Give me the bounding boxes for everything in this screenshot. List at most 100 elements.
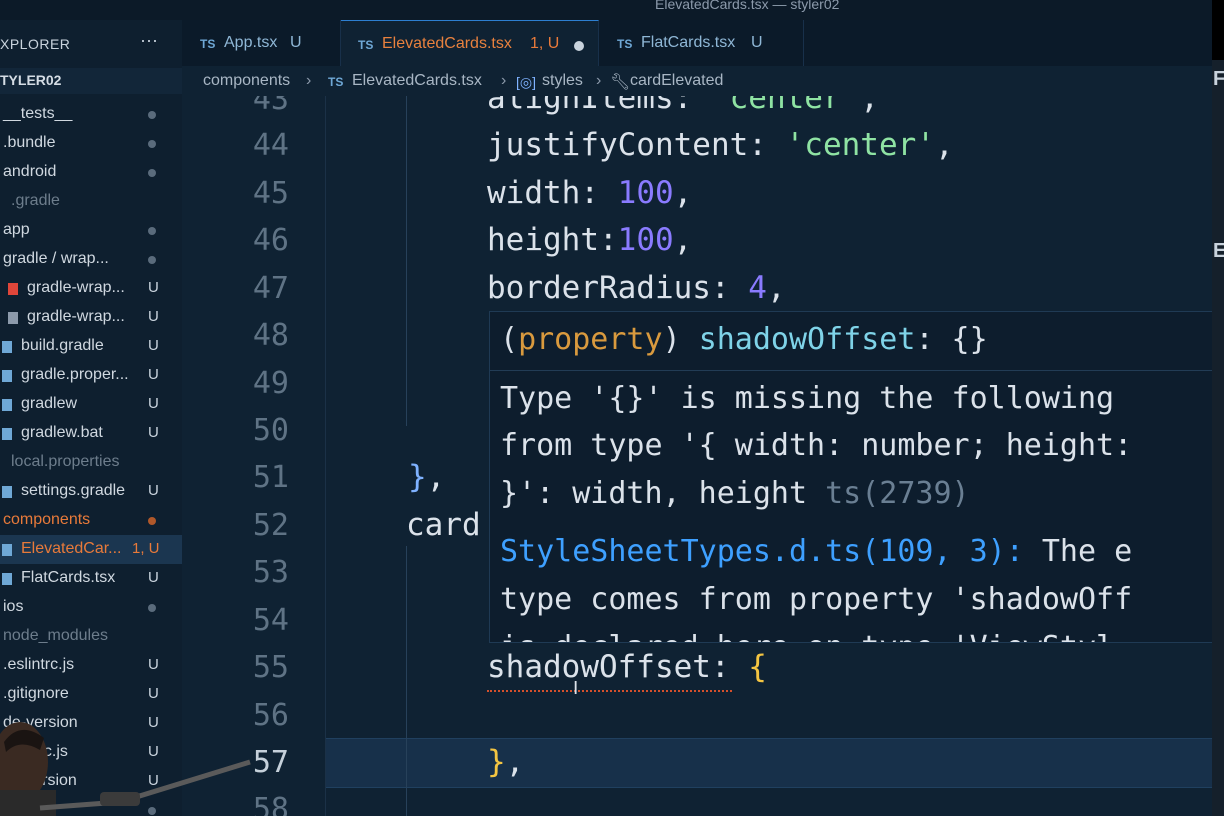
code-punct: ,	[426, 459, 446, 495]
hover-message: Type '{}' is missing the following	[500, 381, 1115, 416]
explorer-item[interactable]: ElevatedCar... 1, U	[0, 535, 182, 564]
workspace-root[interactable]: TYLER02	[0, 68, 182, 94]
code-line-43: alignItems: 'center',	[487, 96, 879, 116]
window-titlebar: ElevatedCards.tsx — styler02	[0, 0, 1224, 20]
line-number: 43	[252, 96, 289, 117]
explorer-item-label: gradle.proper...	[21, 366, 129, 383]
code-brace: }	[408, 459, 427, 495]
line-number: 47	[252, 271, 289, 306]
explorer-item[interactable]: settings.gradle U	[0, 477, 182, 506]
explorer-item[interactable]: node_modules	[0, 622, 182, 651]
tab-app-tsx[interactable]: TS App.tsx U	[182, 20, 341, 66]
breadcrumb-file[interactable]: ElevatedCards.tsx	[352, 72, 482, 90]
explorer-item[interactable]: app	[0, 216, 182, 245]
chevron-right-icon: ›	[596, 72, 602, 89]
explorer-item[interactable]: gradlew.bat U	[0, 419, 182, 448]
explorer-item[interactable]: gradlew U	[0, 390, 182, 419]
code-punct: ,	[766, 270, 786, 306]
file-icon	[2, 399, 12, 411]
explorer-item[interactable]: gradle / wrap...	[0, 245, 182, 274]
editor-tab-bar: TS App.tsx U TS ElevatedCards.tsx 1, U T…	[182, 20, 1212, 67]
explorer-item[interactable]: .eslintrc.js U	[0, 651, 182, 680]
explorer-item-label: gradlew.bat	[21, 424, 103, 441]
unsaved-dot-icon[interactable]	[574, 41, 584, 51]
explorer-item-label: app	[3, 221, 30, 238]
explorer-item[interactable]: gradle-wrap... U	[0, 274, 182, 303]
explorer-item-label: local.properties	[11, 453, 120, 470]
modified-dot-icon	[148, 169, 156, 177]
hover-related: StyleSheetTypes.d.ts(109, 3): The e	[500, 534, 1133, 569]
explorer-item[interactable]: components	[0, 506, 182, 535]
code-line-57: },	[487, 744, 524, 780]
object-icon: [◎]	[516, 74, 536, 90]
explorer-item-label: ElevatedCar...	[21, 540, 122, 557]
file-icon	[8, 312, 18, 324]
modified-dot-icon	[148, 227, 156, 235]
git-status-badge: U	[148, 424, 159, 441]
code-key: borderRadius:	[487, 270, 749, 306]
more-actions-icon[interactable]: ···	[140, 30, 158, 51]
code-punct: ,	[934, 127, 954, 163]
code-line-46: height:100,	[487, 222, 692, 258]
code-line-55: shadowOffset: {	[487, 649, 767, 685]
text-cursor-icon: I	[573, 678, 579, 699]
tab-status: U	[751, 34, 763, 51]
explorer-item[interactable]: gradle.proper... U	[0, 361, 182, 390]
file-icon	[2, 370, 12, 382]
current-line-highlight	[326, 738, 1212, 788]
modified-dot-icon	[148, 140, 156, 148]
tab-label: ElevatedCards.tsx	[382, 35, 512, 52]
hover-related-link[interactable]: StyleSheetTypes.d.ts(109, 3):	[500, 534, 1024, 569]
tab-label: FlatCards.tsx	[641, 34, 736, 51]
explorer-item[interactable]: build.gradle U	[0, 332, 182, 361]
code-string: 'center'	[785, 127, 935, 163]
explorer-item[interactable]: FlatCards.tsx U	[0, 564, 182, 593]
explorer-item-label: settings.gradle	[21, 482, 126, 499]
hover-message: is declared here on type 'ViewStyl	[500, 630, 1114, 642]
git-status-badge: U	[148, 482, 159, 499]
code-line-45: width: 100,	[487, 175, 692, 211]
explorer-item[interactable]: ios	[0, 593, 182, 622]
right-panel-edge	[1212, 0, 1224, 816]
explorer-item[interactable]: local.properties	[0, 448, 182, 477]
explorer-item[interactable]: .bundle	[0, 129, 182, 158]
git-status-badge: U	[148, 279, 159, 296]
modified-dot-icon	[148, 111, 156, 119]
line-number: 52	[252, 508, 289, 543]
right-panel-label: E	[1213, 240, 1224, 262]
explorer-item-label: gradlew	[21, 395, 78, 412]
explorer-item-label: FlatCards.tsx	[21, 569, 116, 586]
file-icon	[2, 428, 12, 440]
git-status-badge: U	[148, 569, 159, 586]
hover-type: : {}	[915, 322, 988, 357]
breadcrumb-folder[interactable]: components	[203, 72, 290, 90]
modified-dot-icon	[148, 256, 156, 264]
explorer-item[interactable]: gradle-wrap... U	[0, 303, 182, 332]
hover-message: type comes from property 'shadowOff	[500, 582, 1133, 617]
hover-kind: property	[518, 322, 663, 357]
explorer-item[interactable]: .gradle	[0, 187, 182, 216]
git-status-badge: U	[148, 337, 159, 354]
file-icon	[2, 341, 12, 353]
tab-elevatedcards-tsx[interactable]: TS ElevatedCards.tsx 1, U	[341, 20, 599, 67]
code-number: 100	[617, 222, 674, 258]
line-number: 51	[252, 460, 289, 495]
code-string: 'center'	[710, 96, 861, 116]
breadcrumb-symbol[interactable]: cardElevated	[630, 72, 723, 90]
line-number: 44	[252, 128, 289, 163]
code-editor[interactable]: 43 44 45 46 47 48 49 50 51 52 53 54 55 5…	[182, 96, 1212, 816]
hover-name: shadowOffset	[698, 322, 916, 357]
code-key: justifyContent:	[487, 127, 786, 163]
modified-dot-icon	[148, 604, 156, 612]
explorer-item-label: node_modules	[3, 627, 108, 644]
microphone-icon	[100, 792, 140, 806]
explorer-item[interactable]: __tests__	[0, 100, 182, 129]
explorer-item[interactable]: android	[0, 158, 182, 187]
explorer-title: XPLORER	[0, 36, 71, 52]
line-number: 45	[252, 176, 289, 211]
breadcrumb: components › TS ElevatedCards.tsx › [◎] …	[182, 66, 1212, 96]
breadcrumb-styles[interactable]: styles	[542, 72, 583, 90]
line-number: 48	[252, 318, 289, 353]
line-number: 46	[252, 223, 289, 258]
tab-flatcards-tsx[interactable]: TS FlatCards.tsx U	[599, 20, 804, 66]
